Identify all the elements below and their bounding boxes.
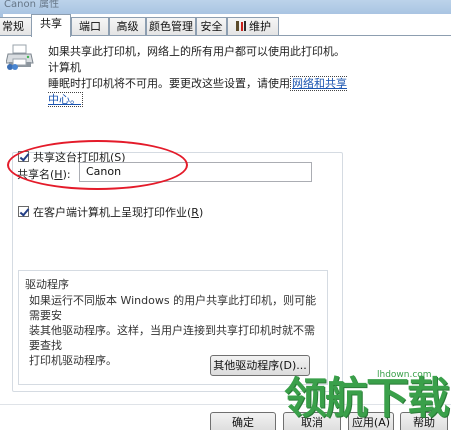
tab-color-management[interactable]: 颜色管理: [146, 17, 196, 36]
render-on-client-checkbox[interactable]: [18, 206, 29, 217]
tab-general[interactable]: 常规: [0, 17, 32, 36]
tab-maintenance[interactable]: 维护: [227, 17, 279, 36]
tab-label: 颜色管理: [149, 20, 193, 33]
render-on-client-label[interactable]: 在客户端计算机上呈现打印作业(R): [33, 204, 203, 220]
label-text: ):: [62, 168, 71, 181]
description-line: 睡眠时打印机将不可用。要更改这些设置，请使用 网络和共享中心。: [48, 76, 348, 108]
printer-icon: [5, 44, 34, 70]
tab-security[interactable]: 安全: [196, 17, 227, 36]
description-text: 睡眠时打印机将不可用。要更改这些设置，请使用: [48, 77, 290, 90]
sharing-description: 如果共享此打印机，网络上的所有用户都可以使用此打印机。计算机 睡眠时打印机将不可…: [48, 44, 348, 108]
ok-button[interactable]: 确定: [210, 412, 276, 430]
share-name-label: 共享名(H):: [17, 166, 71, 182]
tab-strip: 常规 共享 端口 高级 颜色管理 安全 维护: [0, 14, 451, 37]
description-line: 如果共享此打印机，网络上的所有用户都可以使用此打印机。计算机: [48, 45, 345, 74]
tab-sharing[interactable]: 共享: [31, 14, 71, 37]
tab-label: 维护: [249, 20, 271, 33]
tab-label: 端口: [79, 20, 101, 33]
tab-ports[interactable]: 端口: [71, 17, 109, 36]
hotkey: R: [191, 206, 199, 219]
site-watermark: 领航下载 lhdown.com: [284, 362, 451, 430]
label-text: 共享名(: [17, 168, 55, 181]
window-title: Canon 属性: [4, 0, 60, 10]
share-name-input[interactable]: Canon: [79, 162, 312, 182]
tab-label: 安全: [200, 20, 223, 33]
title-bar: Canon 属性: [0, 0, 451, 14]
watermark-site: lhdown.com: [377, 370, 432, 380]
tab-label: 高级: [116, 20, 139, 33]
drivers-legend: 驱动程序: [25, 278, 69, 291]
tab-advanced[interactable]: 高级: [109, 17, 146, 36]
tab-label: 共享: [40, 17, 62, 30]
drivers-description-line: 如果运行不同版本 Windows 的用户共享此打印机，则可能需要安: [29, 294, 317, 322]
label-text: 在客户端计算机上呈现打印作业(: [33, 206, 192, 219]
drivers-description-line: 装其他驱动程序。这样，当用户连接到共享打印机时就不需要查找: [29, 324, 315, 352]
tab-label: 常规: [2, 20, 24, 33]
label-text: ): [198, 206, 204, 219]
share-printer-checkbox[interactable]: [18, 151, 29, 162]
hotkey: H: [54, 168, 63, 181]
